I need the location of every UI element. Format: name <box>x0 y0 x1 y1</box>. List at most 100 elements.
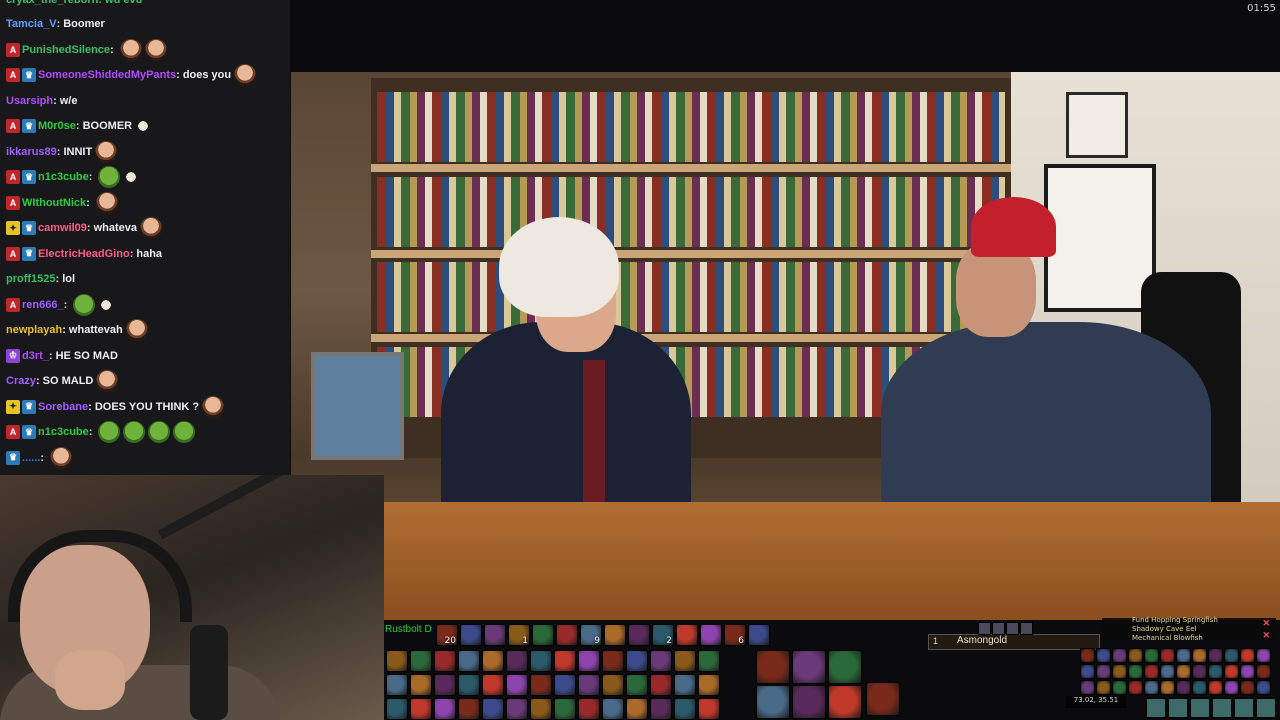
action-slot[interactable] <box>674 698 696 720</box>
bag-slot[interactable] <box>1224 648 1239 663</box>
hands-emote-icon[interactable] <box>98 293 115 316</box>
bag-slot[interactable] <box>1176 664 1191 679</box>
action-slot[interactable] <box>650 674 672 696</box>
action-slot-large[interactable] <box>866 682 900 716</box>
sub-badge-icon[interactable]: ♛ <box>22 170 36 184</box>
action-slot[interactable] <box>556 624 578 646</box>
face-emote-icon[interactable] <box>125 319 148 341</box>
action-slot[interactable] <box>554 674 576 696</box>
face-emote-icon[interactable] <box>234 64 257 86</box>
mod-badge-icon[interactable]: A <box>6 170 20 184</box>
mod-badge-icon[interactable]: A <box>6 425 20 439</box>
chat-username[interactable]: PunishedSilence <box>22 44 110 56</box>
mod-badge-icon[interactable]: A <box>6 195 20 210</box>
bag-slot[interactable] <box>1224 680 1239 695</box>
action-slot[interactable] <box>674 674 696 696</box>
action-slot[interactable] <box>674 650 696 672</box>
chat-username[interactable]: ...... <box>22 452 40 464</box>
sub-badge-icon[interactable]: ♛ <box>22 246 36 261</box>
chat-username[interactable]: SomeoneShiddedMyPants <box>38 69 176 81</box>
hands-emote-icon[interactable] <box>135 115 152 137</box>
bag-slot[interactable] <box>1128 648 1143 663</box>
action-slot[interactable] <box>626 698 648 720</box>
face-emote-icon[interactable] <box>96 370 119 392</box>
action-slot[interactable] <box>530 698 552 720</box>
bag-slot[interactable] <box>1160 648 1175 663</box>
action-slot[interactable] <box>482 674 504 696</box>
pepe-emote-icon[interactable] <box>98 166 121 188</box>
action-slot-large[interactable] <box>792 650 826 684</box>
chat-username[interactable]: n1c3cube <box>38 171 89 183</box>
action-slot[interactable] <box>506 698 528 720</box>
action-slot[interactable] <box>482 698 504 720</box>
action-slot[interactable] <box>554 698 576 720</box>
objective-tracker[interactable]: Fund Hopping Springfish Shadowy Cave Eel… <box>1102 616 1276 644</box>
action-slot[interactable]: 2 <box>652 624 674 646</box>
bag-slot[interactable] <box>1256 648 1271 663</box>
face-emote-icon[interactable] <box>119 38 142 61</box>
micro-menu-button[interactable] <box>1168 698 1188 718</box>
chat-username[interactable]: n1c3cube <box>38 426 89 438</box>
mod-badge-icon[interactable]: A <box>6 297 20 312</box>
bag-slot[interactable] <box>1128 664 1143 679</box>
micro-menu-button[interactable] <box>1146 698 1166 718</box>
bag-slot[interactable] <box>1208 648 1223 663</box>
pepe-emote-icon[interactable] <box>73 293 96 316</box>
target-frame[interactable]: 1 Asmongold <box>928 634 1100 650</box>
bag-slot[interactable] <box>1144 648 1159 663</box>
close-icon[interactable]: ✕ <box>1262 630 1270 641</box>
action-slot[interactable] <box>650 650 672 672</box>
action-slot[interactable] <box>386 674 408 696</box>
action-slot[interactable] <box>434 674 456 696</box>
chat-username[interactable]: Sorebane <box>38 401 88 413</box>
chat-username[interactable]: WIthoutNick <box>22 197 86 209</box>
face-emote-icon[interactable] <box>95 191 118 214</box>
vip-badge-icon[interactable]: ✦ <box>6 221 20 235</box>
bag-slot[interactable] <box>1144 664 1159 679</box>
mod-badge-icon[interactable]: A <box>6 68 20 82</box>
action-slot[interactable] <box>460 624 482 646</box>
action-slot[interactable] <box>626 650 648 672</box>
minimap-button[interactable] <box>1020 622 1033 635</box>
close-icon[interactable]: ✕ <box>1262 618 1270 629</box>
chat-username[interactable]: ElectricHeadGino <box>38 248 130 260</box>
action-slot[interactable] <box>506 650 528 672</box>
sub-badge-icon[interactable]: ♛ <box>22 425 36 439</box>
micro-menu-button[interactable] <box>1212 698 1232 718</box>
bag-slot[interactable] <box>1208 664 1223 679</box>
action-slot[interactable] <box>458 698 480 720</box>
bag-slot[interactable] <box>1192 680 1207 695</box>
action-slot[interactable] <box>628 624 650 646</box>
action-slot[interactable] <box>698 698 720 720</box>
bag-slot[interactable] <box>1176 648 1191 663</box>
bag-slot[interactable] <box>1112 648 1127 663</box>
mod-badge-icon[interactable]: A <box>6 119 20 133</box>
chat-username[interactable]: d3rt_ <box>22 350 49 362</box>
action-slot[interactable] <box>604 624 626 646</box>
pepe-emote-icon[interactable] <box>148 421 171 443</box>
chat-username[interactable]: newplayah <box>6 324 62 336</box>
action-slot[interactable] <box>410 650 432 672</box>
face-emote-icon[interactable] <box>202 395 225 418</box>
action-slot[interactable] <box>530 650 552 672</box>
action-slot[interactable] <box>698 674 720 696</box>
bag-slot[interactable] <box>1096 648 1111 663</box>
bag-slot[interactable] <box>1096 680 1111 695</box>
bag-slot[interactable] <box>1256 664 1271 679</box>
hands-emote-icon[interactable] <box>123 166 140 188</box>
chat-username[interactable]: Usarsiph <box>6 95 53 107</box>
chat-username[interactable]: ren666_ <box>22 299 64 311</box>
bag-slot[interactable] <box>1240 648 1255 663</box>
action-slot[interactable] <box>700 624 722 646</box>
micro-menu-button[interactable] <box>1190 698 1210 718</box>
sub-badge-icon[interactable]: ♛ <box>22 221 36 235</box>
prime-badge-icon[interactable]: ♔ <box>6 348 20 363</box>
bag-slot[interactable] <box>1224 664 1239 679</box>
bag-slot[interactable] <box>1112 680 1127 695</box>
action-slot[interactable] <box>698 650 720 672</box>
action-slot[interactable] <box>386 698 408 720</box>
bag-slot[interactable] <box>1080 648 1095 663</box>
chat-username[interactable]: Crazy <box>6 375 36 387</box>
action-slot[interactable] <box>578 650 600 672</box>
action-slot[interactable] <box>434 698 456 720</box>
